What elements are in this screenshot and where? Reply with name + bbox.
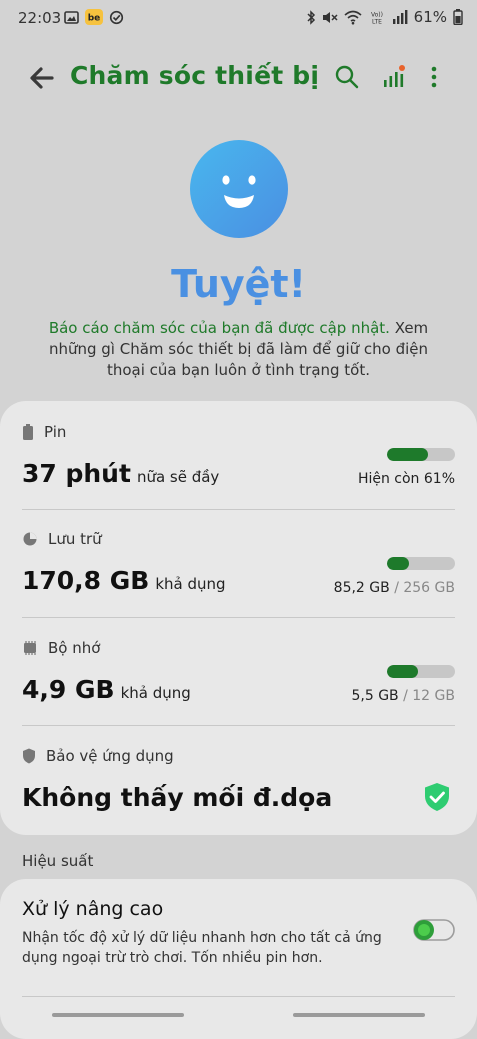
storage-value-row: 170,8 GB khả dụng — [22, 566, 226, 595]
more-options-button[interactable] — [424, 64, 444, 90]
memory-free-suffix: khả dụng — [120, 684, 191, 702]
storage-usage-text: 85,2 GB / 256 GB — [334, 580, 455, 596]
status-headline: Tuyệt! — [171, 262, 306, 306]
storage-pie-icon — [23, 532, 37, 546]
bar-chart-icon — [384, 65, 405, 87]
page-title: Chăm sóc thiết bị — [70, 61, 320, 90]
storage-total: / 256 GB — [394, 580, 455, 596]
protection-value-row: Không thấy mối đ.dọa — [22, 783, 332, 812]
battery-section[interactable]: Pin 37 phút nữa sẽ đầy Hiện còn 61% — [0, 401, 477, 509]
status-bar: 22:03 be Vo)) LTE 61% — [0, 0, 477, 36]
battery-remaining: Hiện còn 61% — [357, 471, 455, 487]
storage-free-value: 170,8 GB — [22, 566, 150, 595]
shield-check-icon — [424, 782, 450, 812]
battery-percent: 61% — [413, 8, 447, 26]
bluetooth-icon — [306, 9, 316, 25]
performance-section-label: Hiệu suất — [22, 852, 94, 870]
memory-free-value: 4,9 GB — [22, 675, 115, 704]
svg-text:be: be — [88, 14, 101, 24]
storage-usage-bar — [387, 557, 455, 570]
battery-level-fill — [387, 448, 429, 461]
memory-total: / 12 GB — [403, 688, 455, 704]
smiley-face-icon — [190, 140, 288, 238]
app-protection-section[interactable]: Bảo vệ ứng dụng Không thấy mối đ.dọa — [0, 726, 477, 834]
enhanced-processing-desc: Nhận tốc độ xử lý dữ liệu nhanh hơn cho … — [22, 930, 382, 966]
memory-label-row: Bộ nhớ — [22, 639, 100, 657]
gallery-icon — [64, 10, 79, 25]
storage-label-row: Lưu trữ — [22, 530, 102, 548]
memory-value-row: 4,9 GB khả dụng — [22, 675, 191, 704]
wifi-icon — [344, 10, 362, 25]
storage-used: 85,2 GB — [333, 580, 390, 596]
battery-icon — [453, 9, 463, 25]
back-arrow-icon — [30, 67, 54, 89]
sync-check-icon — [109, 10, 124, 25]
protection-label: Bảo vệ ứng dụng — [46, 747, 174, 765]
enhanced-processing-toggle[interactable] — [413, 919, 455, 941]
battery-value-row: 37 phút nữa sẽ đầy — [22, 459, 219, 488]
svg-text:Vo)): Vo)) — [371, 11, 383, 18]
diagnostics-button[interactable] — [381, 64, 407, 90]
report-description: Báo cáo chăm sóc của bạn đã được cập nhậ… — [28, 318, 449, 381]
memory-label: Bộ nhớ — [48, 639, 101, 657]
storage-usage-fill — [387, 557, 410, 570]
nav-handle-left — [52, 1013, 184, 1017]
storage-label: Lưu trữ — [48, 530, 102, 548]
shield-small-icon — [23, 748, 35, 764]
enhanced-processing-title[interactable]: Xử lý nâng cao — [22, 898, 163, 920]
battery-time-value: 37 phút — [22, 459, 131, 488]
memory-section[interactable]: Bộ nhớ 4,9 GB khả dụng 5,5 GB / 12 GB — [0, 618, 477, 726]
battery-label: Pin — [44, 423, 67, 441]
search-button[interactable] — [334, 64, 360, 90]
be-app-icon: be — [85, 9, 103, 25]
status-time: 22:03 — [18, 9, 62, 27]
battery-label-row: Pin — [22, 423, 66, 441]
storage-section[interactable]: Lưu trữ 170,8 GB khả dụng 85,2 GB / 256 … — [0, 510, 477, 618]
nav-handle-right — [293, 1013, 425, 1017]
app-bar: Chăm sóc thiết bị — [0, 52, 477, 104]
divider — [22, 996, 455, 997]
mute-icon — [322, 10, 338, 25]
battery-icon — [23, 424, 33, 440]
battery-level-bar — [387, 448, 455, 461]
system-icons: Vo)) LTE 61% — [306, 8, 463, 26]
more-vertical-icon — [431, 66, 437, 88]
battery-time-suffix: nữa sẽ đầy — [136, 468, 220, 486]
cell-signal-icon — [392, 10, 408, 24]
volte-icon: Vo)) LTE — [368, 10, 386, 25]
storage-free-suffix: khả dụng — [155, 575, 226, 593]
protection-status: Không thấy mối đ.dọa — [22, 783, 333, 812]
search-icon — [335, 65, 359, 89]
svg-text:LTE: LTE — [372, 18, 382, 25]
notification-icons: be — [64, 9, 124, 25]
memory-chip-icon — [24, 641, 36, 655]
back-button[interactable] — [26, 62, 58, 94]
memory-usage-fill — [387, 665, 419, 678]
memory-usage-bar — [387, 665, 455, 678]
protection-label-row: Bảo vệ ứng dụng — [22, 747, 174, 765]
memory-used: 5,5 GB — [351, 688, 399, 704]
report-updated-link[interactable]: Báo cáo chăm sóc của bạn đã được cập nhậ… — [49, 319, 390, 337]
memory-usage-text: 5,5 GB / 12 GB — [351, 688, 455, 704]
